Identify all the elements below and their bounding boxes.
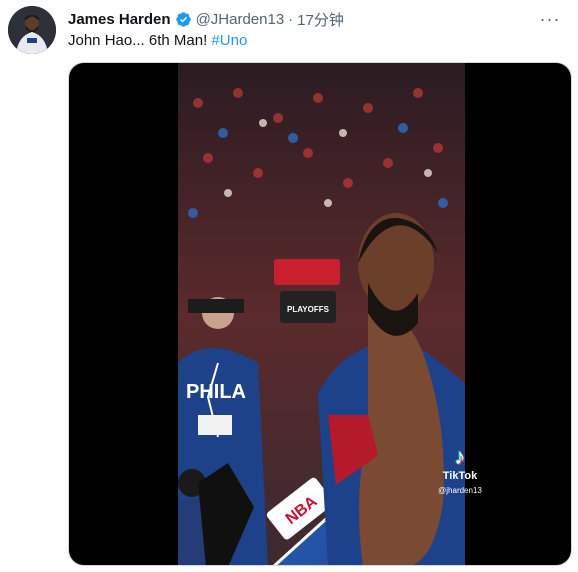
tweet-header: James Harden @JHarden13 · 17分钟	[68, 8, 344, 30]
tweet-body: John Hao... 6th Man!	[68, 32, 208, 49]
timestamp[interactable]: 17分钟	[297, 9, 344, 30]
tweet-text: John Hao... 6th Man! #Uno	[68, 31, 247, 51]
separator-dot: ·	[288, 10, 294, 28]
avatar[interactable]	[8, 6, 56, 54]
tiktok-logo-icon: ♪	[454, 444, 466, 469]
author-handle[interactable]: @JHarden13	[196, 11, 285, 28]
author-name[interactable]: James Harden	[68, 11, 171, 28]
tiktok-brand: TikTok	[442, 470, 478, 482]
tiktok-watermark: ♪ TikTok @jharden13	[425, 446, 495, 496]
avatar-image	[8, 6, 56, 54]
video-player[interactable]: NBA PLAYOFFS PHILA ♪ TikTok @jharden13	[68, 62, 572, 566]
tweet: James Harden @JHarden13 · 17分钟 ··· John …	[0, 0, 578, 572]
courtside-box	[274, 259, 340, 285]
verified-badge-icon	[175, 11, 191, 27]
video-frame[interactable]: NBA PLAYOFFS PHILA	[178, 63, 465, 565]
video-scene: NBA PLAYOFFS PHILA	[178, 63, 465, 565]
svg-text:PHILA: PHILA	[186, 381, 246, 403]
svg-text:PLAYOFFS: PLAYOFFS	[287, 305, 330, 314]
more-options-icon[interactable]: ···	[538, 8, 562, 30]
hashtag-link[interactable]: #Uno	[211, 32, 247, 49]
tiktok-user: @jharden13	[438, 486, 482, 495]
